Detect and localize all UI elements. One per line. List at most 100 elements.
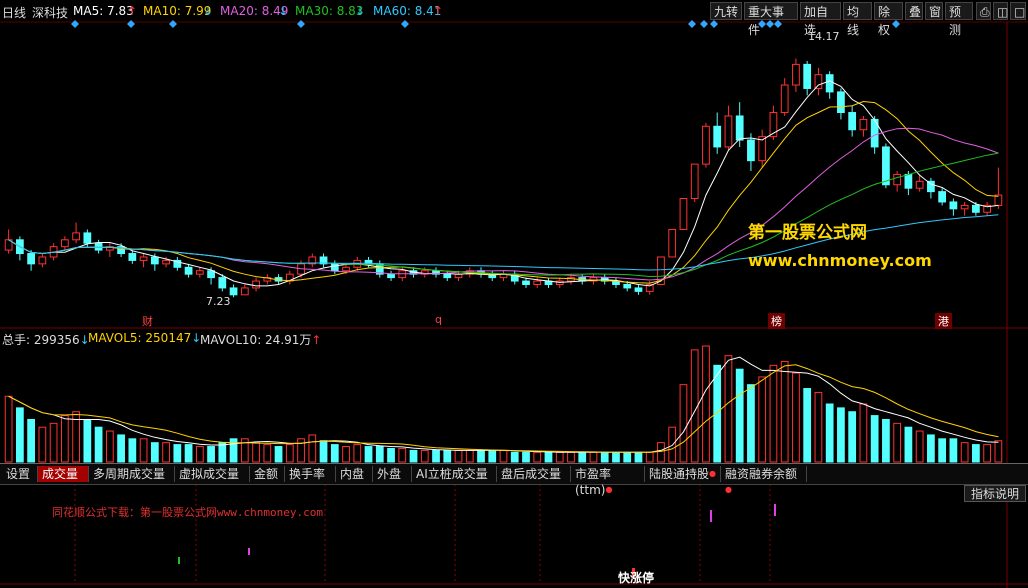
candle-body [713,125,722,148]
period-label[interactable]: 日线 [2,4,26,21]
candle-body [128,253,137,261]
candle-body [443,273,452,279]
kline-chart[interactable] [0,0,1028,588]
restore-icon[interactable]: ◫ [993,2,1008,20]
tab-9[interactable]: 盘后成交量 [497,466,571,482]
candle-body [252,280,260,289]
volume-bar [837,407,845,463]
candle-body [915,180,924,189]
tab-12[interactable]: 融资融券余额 ● [721,466,807,494]
volume-bar [814,391,823,463]
volume-bar [825,403,834,463]
volume-bar [117,434,125,463]
candle-body [747,139,755,162]
watermark-url: www.chnmoney.com [748,251,932,270]
ma-arrow-1: ↓ [203,4,214,18]
toolbar-button-2[interactable]: 加自选 [800,2,841,37]
candle-body [859,118,868,131]
volume-bar [375,446,384,463]
tab-7[interactable]: 外盘 [373,466,412,482]
volume-bar [780,360,789,463]
candle-body [330,263,339,272]
total-volume-label: 总手: 299356↓ [2,333,90,347]
volume-bar [477,449,485,463]
volume-bar [432,449,440,463]
volume-bar [870,415,879,463]
volume-bar [38,426,47,463]
candle-body [623,283,632,289]
volume-bar [792,372,800,463]
candle-body [522,280,530,285]
tab-label-12: 融资融券余额 [725,467,798,481]
tab-label-11: 陆股通持股 [649,467,710,481]
candle-body [38,256,47,265]
candle-body [679,198,688,230]
volume-bar [589,451,598,463]
fullscreen-icon[interactable]: □ [1010,2,1026,20]
tab-label-1: 成交量 [42,467,79,481]
candle-body [184,266,193,275]
volume-bar [207,446,215,463]
tab-10[interactable]: 市盈率(ttm)● [571,466,645,497]
indicator-mark [774,504,776,516]
volume-bar [735,368,744,463]
candle-body [387,273,395,279]
tab-label-5: 换手率 [289,467,326,481]
event-tag-q[interactable]: q [435,313,442,326]
toolbar-button-1[interactable]: 重大事件 [744,2,798,37]
candle-body [882,146,890,186]
event-tag-list[interactable]: 榜 [768,313,785,329]
volume-bar [263,444,272,463]
candle-body [240,287,249,296]
volume-bar [747,384,755,463]
limit-up-tag: 快涨停 [618,571,655,585]
tab-8[interactable]: AI立桩成交量 [412,466,497,482]
volume-bar [150,442,159,463]
volume-bar [60,415,69,463]
event-tag-hk[interactable]: 港 [935,313,952,329]
ma-arrow-3: ↓ [355,4,366,18]
tab-2[interactable]: 多周期成交量 [89,466,175,482]
candle-body [825,74,834,93]
volume-bar [938,438,947,463]
tab-3[interactable]: 虚拟成交量 [175,466,250,482]
mavol10-label: MAVOL10: 24.91万↑ [200,333,322,347]
volume-bar [848,411,857,463]
toolbar-button-5[interactable]: 叠 [905,2,923,20]
toolbar-button-0[interactable]: 九转 [710,2,742,20]
candle-body [94,242,103,251]
tab-1[interactable]: 成交量 [38,466,89,482]
toolbar-button-7[interactable]: 预测 [945,2,973,37]
volume-bar [949,438,958,463]
event-tag-finance[interactable]: 财 [142,313,153,329]
tab-6[interactable]: 内盘 [336,466,373,482]
volume-bar [454,449,463,463]
volume-bar [803,388,812,463]
toolbar-button-4[interactable]: 除权 [874,2,903,37]
volume-bar [522,451,530,463]
tab-5[interactable]: 换手率 [285,466,336,482]
tab-11[interactable]: 陆股通持股● [645,466,721,482]
volume-bar [420,449,429,463]
volume-bar [195,446,204,463]
candle-body [533,280,542,285]
tab-4[interactable]: 金额 [250,466,285,482]
ma-arrow-4: ↑ [433,4,444,18]
volume-bar [15,407,24,463]
candle-body [927,180,935,193]
watermark-title: 第一股票公式网 [748,223,867,243]
volume-bar [657,442,665,463]
mavol5-label: MAVOL5: 250147↓ [88,331,202,345]
lock-icon[interactable]: ⎙ [976,2,991,20]
volume-bar [162,442,170,463]
toolbar-button-3[interactable]: 均线 [843,2,872,37]
tab-dot-icon: ● [709,469,716,478]
candle-body [837,91,845,114]
ma-arrow-2: ↓ [278,4,289,18]
toolbar-button-6[interactable]: 窗 [925,2,943,20]
volume-bar [387,447,395,463]
tab-0[interactable]: 设置 [2,466,38,482]
indicator-help-button[interactable]: 指标说明 [964,485,1026,502]
candle-body [195,270,204,275]
candle-body [139,256,148,261]
